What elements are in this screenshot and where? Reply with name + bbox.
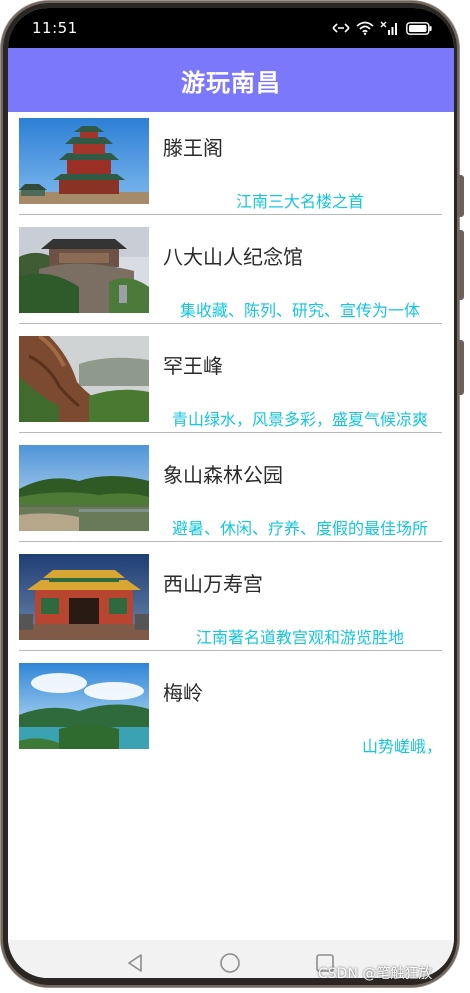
page-title: 游玩南昌	[181, 68, 281, 97]
place-description: 集收藏、陈列、研究、宣传为一体	[179, 301, 420, 320]
app-bar: 游玩南昌	[8, 48, 454, 112]
volume-button	[459, 230, 464, 300]
status-time: 11:51	[32, 19, 78, 37]
temple-gate-photo	[19, 554, 149, 640]
mountain-lake-photo	[19, 663, 149, 749]
power-button	[459, 340, 464, 395]
memorial-hall-photo	[19, 227, 149, 313]
list-item[interactable]: 罕王峰 青山绿水，风景多彩，盛夏气候凉爽	[8, 330, 454, 439]
volume-button	[459, 175, 464, 217]
place-description: 青山绿水，风景多彩，盛夏气候凉爽	[171, 410, 428, 429]
place-name: 西山万寿宫	[163, 572, 263, 596]
mountain-cliff-photo	[19, 336, 149, 422]
wifi-icon	[356, 21, 374, 35]
list-item[interactable]: 西山万寿宫 江南著名道教宫观和游览胜地	[8, 548, 454, 657]
place-name: 梅岭	[163, 681, 203, 705]
phone-screen: 11:51 游玩南昌 滕王阁 江南三大名楼之首 八大山人纪念馆 集收藏、陈列、研…	[8, 8, 454, 978]
divider	[19, 432, 442, 433]
place-name: 象山森林公园	[163, 463, 283, 487]
status-bar: 11:51	[8, 8, 454, 48]
place-name: 八大山人纪念馆	[163, 245, 303, 269]
place-description: 江南著名道教宫观和游览胜地	[195, 628, 404, 647]
place-description: 避暑、休闲、疗养、度假的最佳场所	[171, 519, 428, 538]
forest-lake-photo	[19, 445, 149, 531]
back-triangle-icon[interactable]	[124, 952, 146, 974]
divider	[19, 650, 442, 651]
list-item[interactable]: 象山森林公园 避暑、休闲、疗养、度假的最佳场所	[8, 439, 454, 548]
place-name: 罕王峰	[163, 354, 223, 378]
list-item[interactable]: 滕王阁 江南三大名楼之首	[8, 112, 454, 221]
device-frame: 11:51 游玩南昌 滕王阁 江南三大名楼之首 八大山人纪念馆 集收藏、陈列、研…	[0, 0, 470, 993]
home-circle-icon[interactable]	[219, 952, 241, 974]
battery-icon	[406, 21, 432, 35]
watermark: CSDN @笔触狂放	[318, 966, 433, 982]
list-item[interactable]: 梅岭 山势嵯峨，	[8, 657, 454, 766]
pavilion-photo	[19, 118, 149, 204]
nfc-icon	[332, 22, 350, 34]
signal-x-icon	[380, 21, 400, 35]
place-description: 江南三大名楼之首	[235, 192, 364, 211]
place-name: 滕王阁	[163, 136, 223, 160]
place-description: 山势嵯峨，	[361, 737, 442, 756]
divider	[19, 541, 442, 542]
divider	[19, 214, 442, 215]
status-icons	[332, 20, 432, 36]
list-item[interactable]: 八大山人纪念馆 集收藏、陈列、研究、宣传为一体	[8, 221, 454, 330]
divider	[19, 323, 442, 324]
